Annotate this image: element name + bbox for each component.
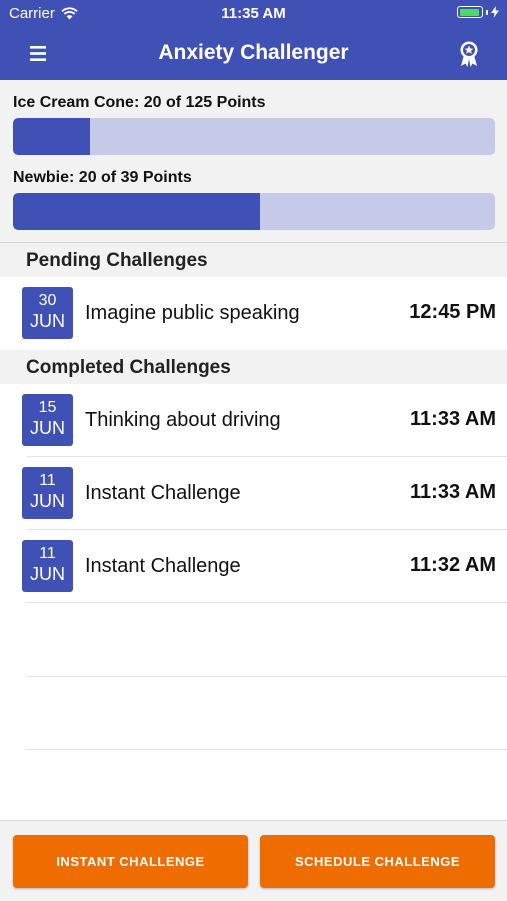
- date-badge: 11 JUN: [22, 540, 73, 592]
- schedule-challenge-button[interactable]: SCHEDULE CHALLENGE: [260, 835, 495, 888]
- progress-fill: [13, 193, 261, 230]
- row-separator: [26, 749, 507, 750]
- app-header: Carrier 11:35 AM Anxiety Challenger: [0, 0, 507, 80]
- date-day: 15: [38, 399, 57, 416]
- date-month: JUN: [30, 418, 65, 438]
- date-month: JUN: [30, 564, 65, 584]
- nav-bar: Anxiety Challenger: [0, 28, 507, 80]
- date-day: 11: [39, 545, 56, 562]
- list-item[interactable]: 11 JUN Instant Challenge 11:32 AM: [0, 530, 507, 603]
- instant-challenge-button[interactable]: INSTANT CHALLENGE: [13, 835, 248, 888]
- award-ribbon-icon[interactable]: [457, 40, 481, 68]
- status-bar: Carrier 11:35 AM: [0, 0, 507, 28]
- section-header-pending: Pending Challenges: [0, 243, 507, 277]
- challenge-time: 11:33 AM: [410, 481, 496, 503]
- date-month: JUN: [30, 491, 65, 511]
- challenge-time: 11:32 AM: [410, 554, 496, 576]
- battery-icon: [457, 6, 499, 18]
- date-badge: 11 JUN: [22, 467, 73, 519]
- list-item[interactable]: 11 JUN Instant Challenge 11:33 AM: [0, 457, 507, 530]
- date-month: JUN: [30, 311, 65, 331]
- points-progress-panel: Ice Cream Cone: 20 of 125 Points Newbie:…: [0, 80, 507, 243]
- row-separator: [26, 602, 507, 603]
- challenge-name: Thinking about driving: [85, 409, 281, 431]
- list-item[interactable]: 30 JUN Imagine public speaking 12:45 PM: [0, 277, 507, 350]
- progress-label-ice-cream-cone: Ice Cream Cone: 20 of 125 Points: [13, 94, 266, 111]
- section-title: Completed Challenges: [26, 357, 231, 378]
- section-header-completed: Completed Challenges: [0, 350, 507, 384]
- bottom-action-bar: INSTANT CHALLENGE SCHEDULE CHALLENGE: [0, 820, 507, 901]
- date-badge: 30 JUN: [22, 287, 73, 339]
- challenge-name: Instant Challenge: [85, 482, 241, 504]
- progress-bar-newbie: [13, 193, 495, 230]
- progress-fill: [13, 118, 91, 155]
- challenge-name: Instant Challenge: [85, 555, 241, 577]
- progress-bar-ice-cream-cone: [13, 118, 495, 155]
- charging-bolt-icon: [491, 6, 499, 18]
- date-badge: 15 JUN: [22, 394, 73, 446]
- progress-label-newbie: Newbie: 20 of 39 Points: [13, 169, 192, 186]
- list-item[interactable]: 15 JUN Thinking about driving 11:33 AM: [0, 384, 507, 457]
- challenge-time: 11:33 AM: [410, 408, 496, 430]
- challenge-name: Imagine public speaking: [85, 302, 300, 324]
- challenge-time: 12:45 PM: [409, 301, 496, 323]
- date-day: 11: [39, 472, 56, 489]
- section-title: Pending Challenges: [26, 250, 208, 271]
- row-separator: [26, 676, 507, 677]
- date-day: 30: [38, 292, 57, 309]
- page-title: Anxiety Challenger: [158, 41, 349, 64]
- status-time: 11:35 AM: [221, 5, 286, 22]
